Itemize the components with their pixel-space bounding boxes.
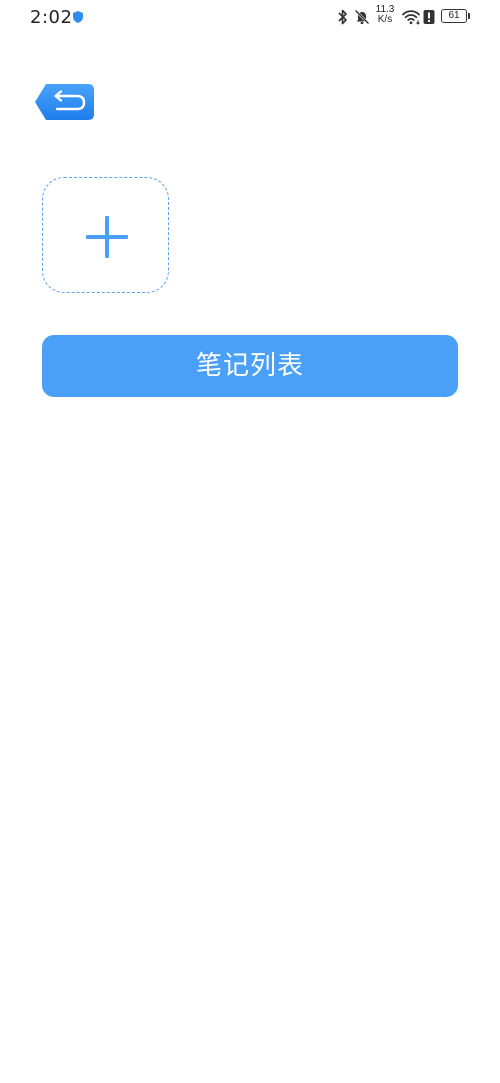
battery-level: 61 — [448, 10, 460, 21]
back-arrow-icon — [35, 84, 94, 120]
net-speed-unit: K/s — [377, 14, 393, 25]
status-time: 2:02 — [30, 7, 73, 28]
note-list-button[interactable]: 笔记列表 — [42, 335, 458, 397]
alert-icon — [423, 10, 435, 24]
wifi-icon — [402, 10, 420, 25]
shield-icon — [73, 11, 83, 23]
battery-icon: 61 — [441, 9, 467, 23]
bell-off-icon — [354, 9, 370, 25]
plus-icon — [86, 216, 128, 258]
battery-nub — [468, 13, 470, 19]
net-speed: 11.3 K/s — [374, 5, 396, 25]
status-bar: 2:02 11.3 K/s 61 — [0, 0, 500, 36]
screen: 2:02 11.3 K/s 61 笔记列表 — [0, 0, 500, 1083]
bluetooth-icon — [338, 9, 347, 25]
add-note-tile[interactable] — [42, 177, 169, 293]
back-button[interactable] — [35, 84, 94, 120]
